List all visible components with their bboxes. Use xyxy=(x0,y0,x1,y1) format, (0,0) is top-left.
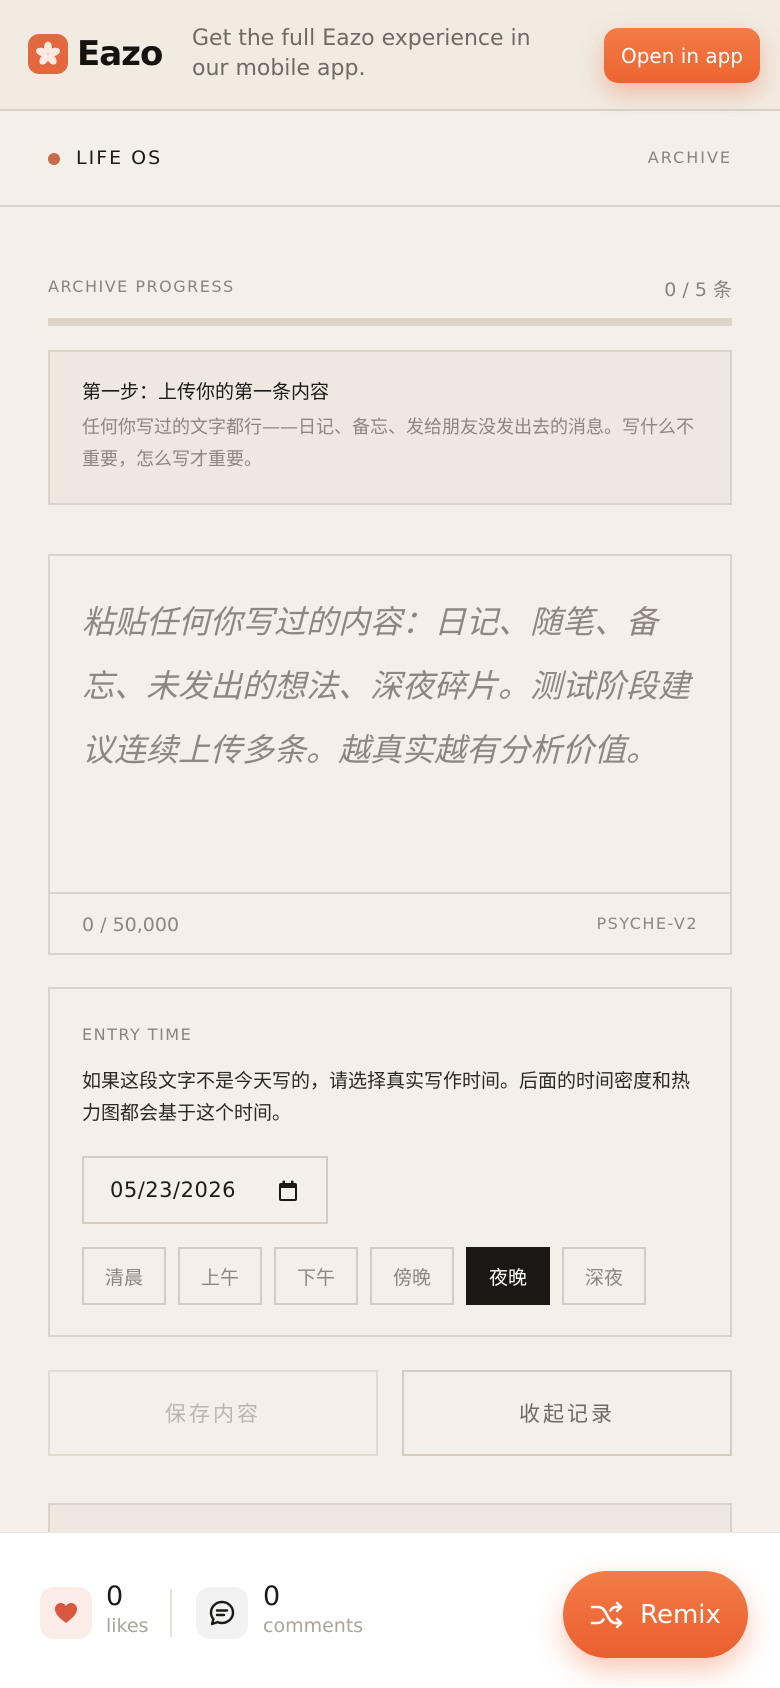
archive-link[interactable]: ARCHIVE xyxy=(648,148,732,167)
collapse-records-button[interactable]: 收起记录 xyxy=(402,1370,732,1456)
model-tag: PSYCHE-V2 xyxy=(596,914,698,933)
remix-label: Remix xyxy=(640,1599,721,1630)
time-slot-evening[interactable]: 夜晚 xyxy=(466,1247,550,1305)
open-in-app-button[interactable]: Open in app xyxy=(604,28,760,83)
step-hint-card: 第一步：上传你的第一条内容 任何你写过的文字都行——日记、备忘、发给朋友没发出去… xyxy=(48,350,732,505)
social-bottom-bar: 0 likes 0 comments Remix xyxy=(0,1532,780,1688)
comment-button[interactable] xyxy=(196,1587,248,1639)
promo-message: Get the full Eazo experience in our mobi… xyxy=(192,26,531,81)
content-textarea[interactable] xyxy=(50,556,730,892)
heart-icon xyxy=(55,1603,77,1623)
likes-count: 0 xyxy=(106,1581,124,1612)
shuffle-icon xyxy=(590,1601,623,1628)
date-value: 05/23/2026 xyxy=(110,1178,237,1202)
app-promo-banner: Eazo Get the full Eazo experience in our… xyxy=(0,0,780,111)
calendar-icon[interactable] xyxy=(278,1180,298,1206)
time-slot-morning[interactable]: 上午 xyxy=(178,1247,262,1305)
brand-title[interactable]: LIFE OS xyxy=(76,147,162,169)
content-editor: 0 / 50,000 PSYCHE-V2 xyxy=(48,554,732,955)
step-title: 第一步：上传你的第一条内容 xyxy=(82,381,330,403)
comments-count: 0 xyxy=(263,1581,281,1612)
save-content-button[interactable]: 保存内容 xyxy=(48,1370,378,1456)
step-description: 任何你写过的文字都行——日记、备忘、发给朋友没发出去的消息。写什么不重要，怎么写… xyxy=(82,417,694,470)
eazo-logo-icon xyxy=(28,34,68,74)
entry-time-description: 如果这段文字不是今天写的，请选择真实写作时间。后面的时间密度和热力图都会基于这个… xyxy=(82,1070,691,1124)
remix-button[interactable]: Remix xyxy=(563,1571,748,1658)
date-input[interactable]: 05/23/2026 xyxy=(82,1156,328,1224)
entry-time-label: ENTRY TIME xyxy=(82,1025,193,1044)
stat-divider xyxy=(170,1589,172,1637)
archive-progress-label: ARCHIVE PROGRESS xyxy=(48,277,235,296)
archive-progress-count: 0 / 5 条 xyxy=(664,279,732,301)
like-button[interactable] xyxy=(40,1587,92,1639)
site-header: LIFE OS ARCHIVE xyxy=(0,111,780,207)
time-slot-afternoon[interactable]: 下午 xyxy=(274,1247,358,1305)
entry-time-card: ENTRY TIME 如果这段文字不是今天写的，请选择真实写作时间。后面的时间密… xyxy=(48,987,732,1337)
comments-label: comments xyxy=(263,1615,364,1637)
time-slot-dusk[interactable]: 傍晚 xyxy=(370,1247,454,1305)
character-count: 0 / 50,000 xyxy=(82,914,180,936)
time-slot-late-night[interactable]: 深夜 xyxy=(562,1247,646,1305)
archive-progress-bar xyxy=(48,318,732,326)
editor-footer: 0 / 50,000 PSYCHE-V2 xyxy=(50,892,730,953)
logo-wordmark: Eazo xyxy=(77,34,163,74)
time-slot-group: 清晨 上午 下午 傍晚 夜晚 深夜 xyxy=(82,1247,658,1305)
time-slot-dawn[interactable]: 清晨 xyxy=(82,1247,166,1305)
eazo-logo: Eazo xyxy=(28,34,163,74)
comment-icon xyxy=(209,1600,235,1626)
brand-dot-icon xyxy=(48,153,60,165)
likes-label: likes xyxy=(106,1615,149,1637)
